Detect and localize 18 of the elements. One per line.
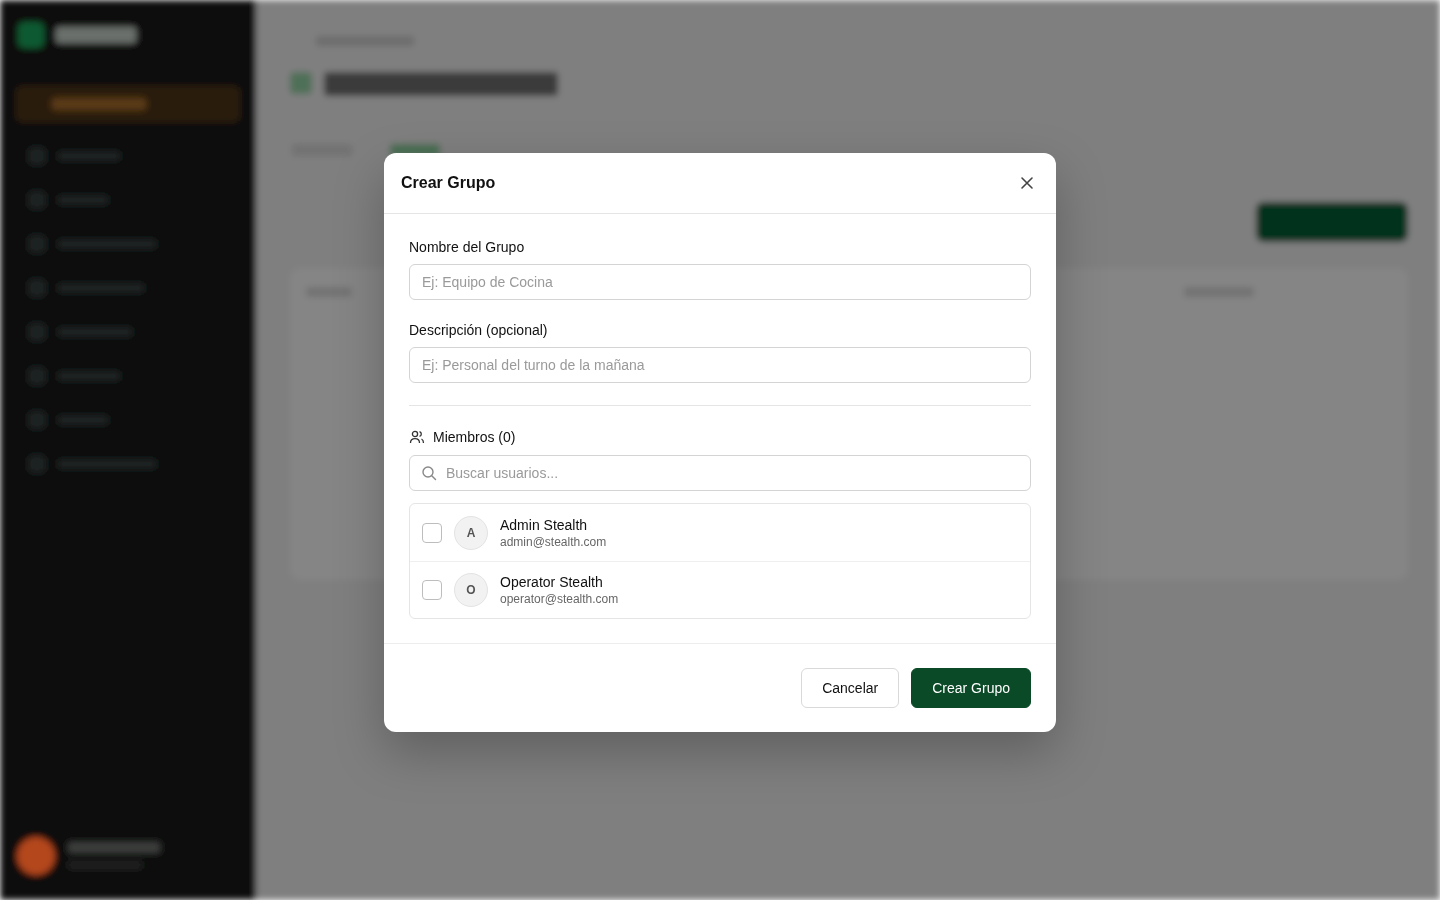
dialog-title: Crear Grupo — [401, 174, 496, 192]
avatar-initial: O — [454, 573, 488, 607]
checkbox[interactable] — [422, 522, 442, 543]
users-icon — [409, 429, 425, 445]
cancel-button[interactable]: Cancelar — [801, 668, 900, 708]
search-field[interactable]: Buscar usuarios... — [409, 455, 1031, 491]
field-label: Nombre del Grupo — [409, 239, 526, 255]
checkbox[interactable] — [422, 580, 442, 600]
input-field[interactable]: Ej: Equipo de Cocina — [409, 264, 1031, 300]
create-group-button[interactable]: Crear Grupo — [911, 668, 1031, 708]
field-label: Descripción (opcional) — [409, 322, 549, 338]
input-field[interactable]: Ej: Personal del turno de la mañana — [409, 347, 1031, 383]
user-name: Operator Stealth — [500, 574, 604, 590]
user-name: Admin Stealth — [500, 516, 589, 533]
members-label: Miembros (0) — [433, 429, 516, 445]
avatar-initial: A — [454, 515, 488, 550]
user-email: operator@stealth.com — [500, 592, 619, 606]
user-email: admin@stealth.com — [500, 534, 607, 549]
